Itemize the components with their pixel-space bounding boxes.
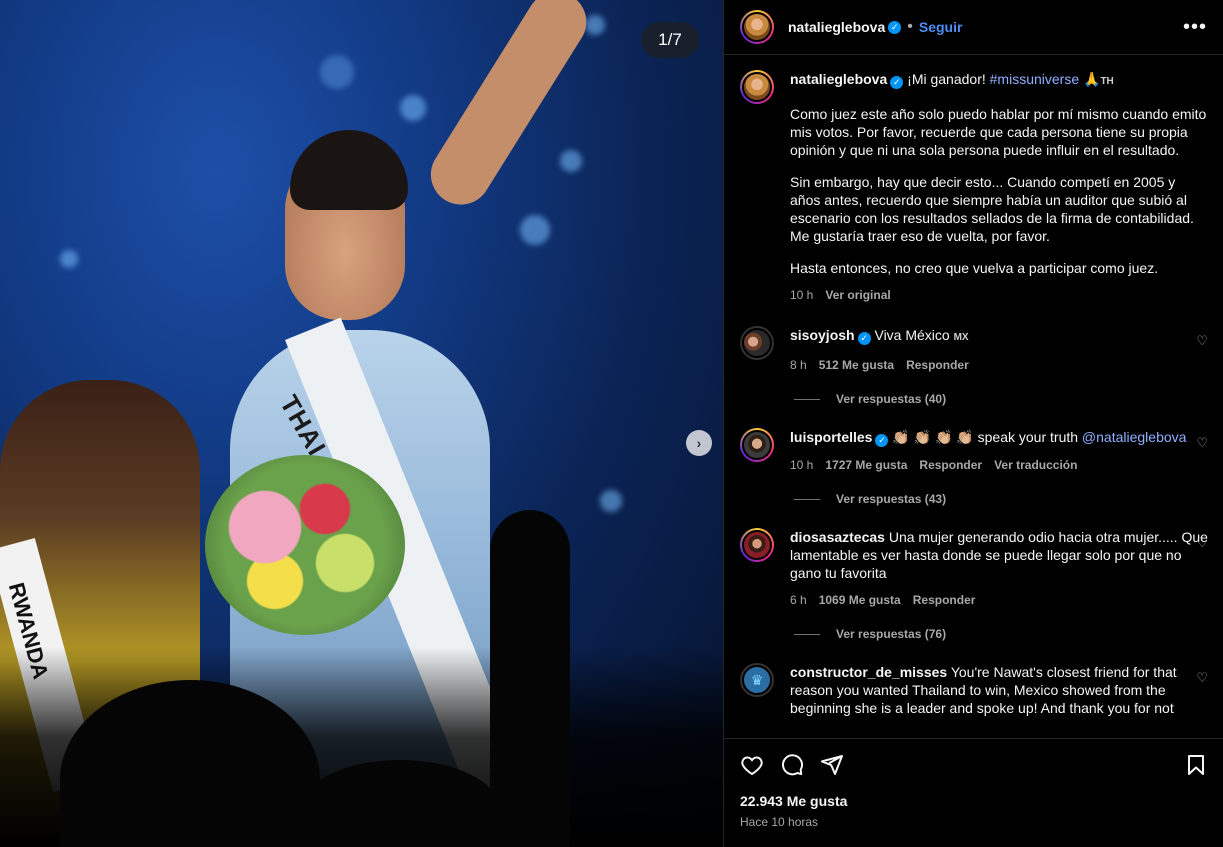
flag-label: TH: [1100, 76, 1114, 87]
media-counter: 1/7: [641, 22, 699, 58]
pray-emoji: 🙏: [1083, 71, 1101, 87]
post-actions: 22.943 Me gusta Hace 10 horas: [724, 738, 1223, 847]
avatar[interactable]: ♛: [740, 663, 774, 697]
caption-username[interactable]: natalieglebova: [790, 71, 887, 87]
comment-username[interactable]: luisportelles: [790, 429, 872, 445]
stage-light: [520, 215, 550, 245]
follow-button[interactable]: Seguir: [919, 19, 963, 35]
hashtag-link[interactable]: #missuniverse: [990, 71, 1079, 87]
comment: sisoyjosh ✓ Viva México MX 8 h 512 Me gus…: [724, 304, 1223, 374]
comment-likes[interactable]: 1069 Me gusta: [819, 591, 901, 609]
stage-light: [560, 150, 582, 172]
stage-light: [585, 15, 605, 35]
heart-icon[interactable]: ♡: [1196, 435, 1208, 451]
reply-button[interactable]: Responder: [919, 456, 982, 474]
stage-light: [600, 490, 622, 512]
verified-badge-icon: ✓: [890, 76, 904, 89]
post-media[interactable]: RWANDA THAI 1/7 ›: [0, 0, 723, 847]
caption: natalieglebova ✓ ¡Mi ganador! #missuniver…: [724, 56, 1223, 304]
comment-time: 8 h: [790, 358, 807, 372]
heart-icon[interactable]: ♡: [1196, 670, 1208, 686]
heart-icon[interactable]: ♡: [1196, 535, 1208, 551]
avatar[interactable]: [740, 428, 774, 462]
comments-feed[interactable]: natalieglebova ✓ ¡Mi ganador! #missuniver…: [724, 56, 1223, 738]
winner-hair: [290, 130, 408, 210]
comment-text: 👏🏼 👏🏼 👏🏼 👏🏼 speak your truth: [892, 429, 1079, 445]
post-sidebar: natalieglebova ✓ • Seguir ••• nataliegle…: [723, 0, 1223, 847]
caption-paragraph: Como juez este año solo puedo hablar por…: [790, 106, 1207, 158]
more-horizontal-icon[interactable]: •••: [1183, 16, 1207, 39]
verified-badge-icon: ✓: [857, 332, 871, 345]
view-replies-button[interactable]: Ver respuestas (40): [724, 374, 1223, 406]
comment-username[interactable]: sisoyjosh: [790, 327, 855, 343]
flag-label: MX: [953, 332, 969, 343]
view-replies-button[interactable]: Ver respuestas (43): [724, 474, 1223, 506]
stage-light: [400, 95, 426, 121]
comment-likes[interactable]: 512 Me gusta: [819, 356, 894, 374]
comment: ♛ constructor_de_misses You're Nawat's c…: [724, 641, 1223, 717]
verified-badge-icon: ✓: [888, 20, 902, 34]
caption-time: 10 h: [790, 288, 814, 302]
avatar[interactable]: [740, 70, 774, 104]
avatar[interactable]: [740, 10, 774, 44]
comment-time: 10 h: [790, 458, 814, 472]
caption-intro: ¡Mi ganador!: [907, 71, 986, 87]
comment-time: 6 h: [790, 593, 807, 607]
comment: luisportelles ✓ 👏🏼 👏🏼 👏🏼 👏🏼 speak your tr…: [724, 406, 1223, 474]
caption-paragraph: Sin embargo, hay que decir esto... Cuand…: [790, 174, 1194, 244]
comment-icon[interactable]: [780, 753, 804, 777]
avatar[interactable]: [740, 528, 774, 562]
waving-arm: [419, 0, 598, 216]
heart-icon[interactable]: ♡: [1196, 333, 1208, 349]
flower-bouquet: [205, 455, 405, 635]
caption-paragraph: Hasta entonces, no creo que vuelva a par…: [790, 260, 1159, 276]
see-original-link[interactable]: Ver original: [825, 286, 890, 304]
reply-button[interactable]: Responder: [906, 356, 969, 374]
translate-button[interactable]: Ver traducción: [994, 456, 1077, 474]
stage-light: [60, 250, 78, 268]
stage-light: [320, 55, 354, 89]
verified-badge-icon: ✓: [875, 434, 889, 447]
chevron-right-icon: ›: [696, 435, 702, 451]
comment-username[interactable]: diosasaztecas: [790, 529, 885, 545]
mention-link[interactable]: @natalieglebova: [1082, 429, 1187, 445]
post-time: Hace 10 horas: [740, 815, 819, 829]
crowd-silhouette: [490, 510, 570, 847]
heart-icon[interactable]: [740, 753, 764, 777]
separator: •: [907, 18, 913, 35]
send-icon[interactable]: [820, 753, 844, 777]
bookmark-icon[interactable]: [1184, 753, 1208, 777]
reply-button[interactable]: Responder: [913, 591, 976, 609]
comment-username[interactable]: constructor_de_misses: [790, 664, 947, 680]
view-replies-button[interactable]: Ver respuestas (76): [724, 609, 1223, 641]
comment-likes[interactable]: 1727 Me gusta: [825, 456, 907, 474]
header-username[interactable]: natalieglebova: [788, 19, 885, 35]
avatar[interactable]: [740, 326, 774, 360]
comment-text: Viva México: [874, 327, 950, 343]
next-media-button[interactable]: ›: [686, 430, 712, 456]
comment: diosasaztecas Una mujer generando odio h…: [724, 506, 1223, 609]
post-header: natalieglebova ✓ • Seguir •••: [724, 0, 1223, 55]
likes-count[interactable]: 22.943 Me gusta: [740, 793, 1208, 809]
